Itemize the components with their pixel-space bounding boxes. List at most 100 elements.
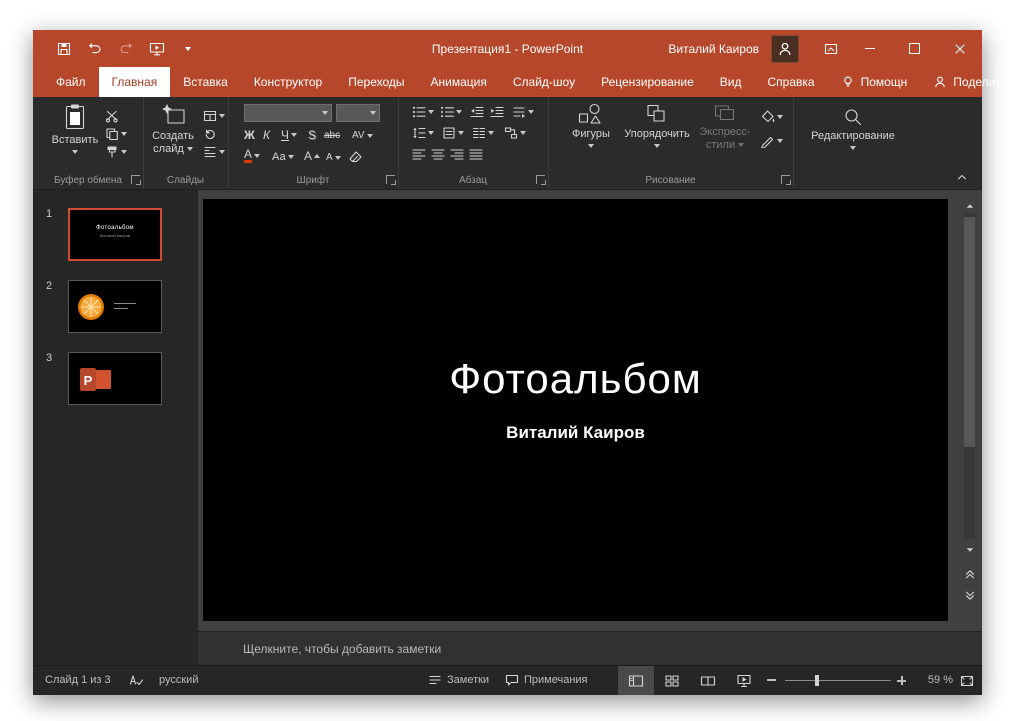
font-dialog-launcher[interactable]: [386, 175, 395, 184]
shrink-font-button[interactable]: А: [326, 151, 341, 165]
undo-button[interactable]: [86, 40, 104, 58]
comments-toggle[interactable]: Примечания: [505, 673, 588, 687]
shape-fill-button[interactable]: [760, 109, 783, 124]
previous-slide-button[interactable]: [961, 565, 978, 582]
tab-insert[interactable]: Вставка: [170, 67, 241, 97]
save-button[interactable]: [55, 40, 73, 58]
copy-button[interactable]: [105, 127, 127, 141]
tab-animations[interactable]: Анимация: [418, 67, 500, 97]
language-button[interactable]: русский: [159, 674, 198, 686]
zoom-in-button[interactable]: [897, 676, 906, 685]
scrollbar-track[interactable]: [964, 213, 975, 539]
font-name-combo[interactable]: [244, 104, 332, 122]
zoom-slider-thumb[interactable]: [815, 675, 819, 686]
spell-check-button[interactable]: [129, 673, 143, 687]
layout-icon: [203, 109, 217, 123]
bold-button[interactable]: Ж: [244, 128, 255, 142]
person-icon: [777, 41, 793, 57]
slide-thumbnail-2[interactable]: [68, 280, 162, 333]
tab-view[interactable]: Вид: [707, 67, 755, 97]
slide-layout-button[interactable]: [203, 109, 225, 123]
user-avatar[interactable]: [771, 35, 799, 63]
numbering-button[interactable]: [440, 105, 462, 119]
ribbon-display-options-button[interactable]: [815, 30, 847, 67]
align-text-button[interactable]: [442, 126, 464, 140]
notes-pane[interactable]: Щелкните, чтобы добавить заметки: [198, 631, 982, 665]
shapes-button[interactable]: Фигуры: [562, 103, 620, 148]
dropdown-arrow-icon: [288, 155, 294, 159]
grow-font-button[interactable]: А: [304, 149, 320, 163]
italic-button[interactable]: К: [263, 128, 270, 142]
text-direction-button[interactable]: [512, 105, 534, 119]
slide-subtitle[interactable]: Виталий Каиров: [203, 423, 948, 443]
chevron-up-icon: [956, 172, 968, 182]
tab-help[interactable]: Справка: [754, 67, 827, 97]
font-size-combo[interactable]: [336, 104, 380, 122]
clipboard-dialog-launcher[interactable]: [131, 175, 140, 184]
text-shadow-button[interactable]: S: [308, 128, 316, 142]
notes-toggle[interactable]: Заметки: [428, 673, 489, 687]
fit-slide-to-window-button[interactable]: [959, 673, 975, 689]
slide-canvas[interactable]: Фотоальбом Виталий Каиров: [203, 199, 948, 621]
paste-button[interactable]: Вставить: [47, 103, 103, 154]
view-slide-sorter-button[interactable]: [654, 666, 690, 695]
reset-slide-button[interactable]: [203, 127, 217, 141]
zoom-slider-track[interactable]: [785, 680, 891, 681]
section-button[interactable]: [203, 145, 225, 159]
drawing-dialog-launcher[interactable]: [781, 175, 790, 184]
zoom-out-button[interactable]: [767, 679, 776, 681]
share-button[interactable]: Поделиться: [920, 67, 1015, 97]
format-painter-button[interactable]: [105, 145, 127, 159]
arrange-button[interactable]: Упорядочить: [622, 103, 692, 148]
minimize-button[interactable]: [847, 30, 892, 67]
font-color-button[interactable]: А: [244, 149, 260, 163]
dropdown-arrow-icon: [777, 139, 783, 143]
tab-slideshow[interactable]: Слайд-шоу: [500, 67, 588, 97]
shape-outline-button[interactable]: [760, 133, 783, 148]
cut-button[interactable]: [105, 109, 119, 123]
character-spacing-button[interactable]: AV: [352, 129, 373, 143]
decrease-indent-button[interactable]: [470, 105, 484, 119]
quick-styles-button[interactable]: Экспресс- стили: [696, 103, 754, 152]
redo-button[interactable]: [117, 40, 135, 58]
slide-thumbnail-1[interactable]: Фотоальбом Виталий Каиров: [68, 208, 162, 261]
zoom-level[interactable]: 59 %: [913, 674, 953, 686]
tab-file[interactable]: Файл: [43, 67, 99, 97]
tab-review[interactable]: Рецензирование: [588, 67, 707, 97]
view-normal-button[interactable]: [618, 666, 654, 695]
scroll-down-button[interactable]: [963, 543, 976, 556]
maximize-button[interactable]: [892, 30, 937, 67]
justify-button[interactable]: [469, 148, 483, 161]
start-presentation-button[interactable]: [148, 40, 166, 58]
align-center-button[interactable]: [431, 148, 445, 161]
paragraph-dialog-launcher[interactable]: [536, 175, 545, 184]
columns-button[interactable]: [472, 126, 494, 140]
convert-to-smartart-button[interactable]: [504, 126, 526, 140]
assistant-tab[interactable]: Помощн: [828, 67, 921, 97]
editing-button[interactable]: Редактирование: [805, 107, 901, 150]
scrollbar-thumb[interactable]: [964, 217, 975, 447]
strikethrough-button[interactable]: abc: [324, 129, 340, 143]
align-right-button[interactable]: [450, 148, 464, 161]
tab-design[interactable]: Конструктор: [241, 67, 335, 97]
next-slide-button[interactable]: [961, 587, 978, 604]
increase-indent-button[interactable]: [490, 105, 504, 119]
change-case-button[interactable]: Аа: [272, 150, 294, 164]
zoom-slider[interactable]: [785, 666, 891, 695]
view-slideshow-button[interactable]: [726, 666, 762, 695]
align-left-button[interactable]: [412, 148, 426, 161]
slide-title[interactable]: Фотоальбом: [203, 355, 948, 403]
tab-home[interactable]: Главная: [99, 67, 171, 97]
tab-transitions[interactable]: Переходы: [335, 67, 417, 97]
collapse-ribbon-button[interactable]: [954, 170, 970, 184]
underline-button[interactable]: Ч: [281, 128, 297, 142]
view-reading-button[interactable]: [690, 666, 726, 695]
slide-thumbnail-3[interactable]: P: [68, 352, 162, 405]
scroll-up-button[interactable]: [963, 199, 976, 212]
clear-formatting-button[interactable]: [348, 150, 362, 164]
close-button[interactable]: [937, 30, 982, 67]
new-slide-button[interactable]: Создать слайд: [145, 103, 201, 156]
customize-qat-button[interactable]: [179, 40, 197, 58]
line-spacing-button[interactable]: [412, 126, 434, 140]
bullets-button[interactable]: [412, 105, 434, 119]
